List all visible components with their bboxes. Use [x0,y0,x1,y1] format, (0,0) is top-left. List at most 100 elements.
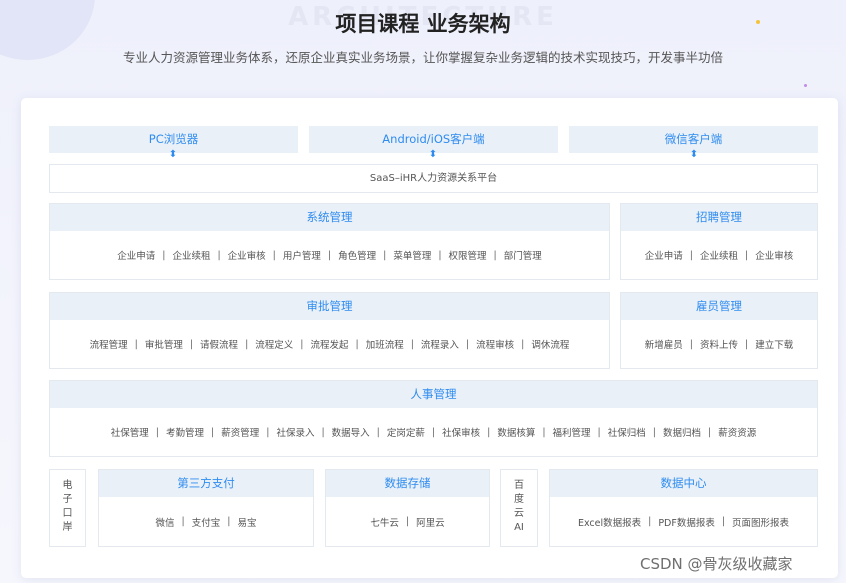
esign-port-box: 电 子 口 岸 [49,469,86,547]
vertical-char: 度 [514,494,524,505]
module-item: 考勤管理 [166,428,205,439]
item-separator: | [211,426,215,438]
module-item: 薪资管理 [221,428,260,439]
item-separator: | [227,516,231,527]
vertical-char: AI [514,522,524,533]
vertical-char: 子 [62,494,73,505]
module-item: 流程管理 [89,340,128,351]
module-item: 社保审核 [442,428,481,439]
module-item: 福利管理 [552,428,591,439]
module-item: 企业审核 [755,251,794,262]
module-item: 社保管理 [110,428,149,439]
item-separator: | [689,249,693,261]
module-item: 流程录入 [420,340,459,351]
module-item: 定岗定薪 [386,428,425,439]
module-item: 菜单管理 [393,251,432,262]
module-title: 系统管理 [50,204,609,231]
item-separator: | [327,249,332,261]
vertical-char: 电 [62,480,73,491]
item-separator: | [355,338,359,350]
module-items: 社保管理 | 考勤管理 | 薪资管理 | 社保录入 | 数据导入 | 定岗定薪 | 社保审核 | 数据核算 |… [50,408,817,456]
vertical-char: 百 [514,480,524,491]
item-separator: | [689,338,693,350]
module-item: 加班流程 [365,340,404,351]
module-data-storage: 数据存储 七牛云 | 阿里云 [325,469,490,547]
item-separator: | [266,426,270,438]
item-separator: | [134,338,138,350]
module-employee-management: 雇员管理 新增雇员 | 资料上传 | 建立下载 [620,292,818,369]
module-item: Excel数据报表 [577,517,642,529]
item-separator: | [162,249,166,261]
item-separator: | [707,426,712,438]
module-system-management: 系统管理 企业申请 | 企业续租 | 企业审核 | 用户管理 | 角色管理 | 菜单管理 | 权限管理 |… [49,203,610,280]
module-item: 请假流程 [200,340,239,351]
module-item: 流程定义 [255,340,294,351]
item-separator: | [272,249,276,261]
module-item: 审批管理 [144,340,183,351]
module-items: 流程管理 | 审批管理 | 请假流程 | 流程定义 | 流程发起 | 加班流程 | 流程录入 | 流程审核 |… [50,320,609,368]
item-separator: | [438,249,442,261]
item-separator: | [597,426,601,438]
module-title: 招聘管理 [621,204,817,231]
module-item: 支付宝 [191,517,221,529]
module-title: 雇员管理 [621,293,817,320]
item-separator: | [189,338,194,350]
module-item: 企业申请 [644,251,683,262]
module-item: 微信 [155,517,175,529]
item-separator: | [652,426,656,438]
module-item: 角色管理 [338,251,377,262]
vertical-char: 岸 [62,522,73,533]
module-item: 阿里云 [416,517,445,529]
item-separator: | [487,426,491,438]
module-item: 企业续租 [172,251,211,262]
module-items: Excel数据报表 | PDF数据报表 | 页面图形报表 [550,497,817,546]
item-separator: | [155,426,159,438]
module-item: 建立下载 [755,340,794,351]
module-items: 企业申请 | 企业续租 | 企业审核 [621,231,817,279]
module-items: 微信 | 支付宝 | 易宝 [99,497,313,546]
module-item: 页面图形报表 [732,517,790,529]
item-separator: | [383,249,387,261]
item-separator: | [405,516,410,527]
module-item: 用户管理 [282,251,321,262]
module-items: 新增雇员 | 资料上传 | 建立下载 [621,320,817,368]
module-items: 企业申请 | 企业续租 | 企业审核 | 用户管理 | 角色管理 | 菜单管理 | 权限管理 | 部门管理 [50,231,609,279]
saas-platform-bar: SaaS–iHR人力资源关系平台 [49,164,818,193]
item-separator: | [542,426,546,438]
baidu-cloud-ai-box: 百 度 云 AI [500,469,538,547]
item-separator: | [410,338,414,350]
decorative-dot [804,84,807,87]
module-item: 薪资资源 [718,428,757,439]
module-item: 数据导入 [331,428,370,439]
page-subtitle: 专业人力资源管理业务体系，还原企业真实业务场景，让你掌握复杂业务逻辑的技术实现技… [122,50,723,65]
module-item: 流程发起 [310,340,349,351]
module-item: 数据核算 [497,428,536,439]
architecture-card: PC浏览器 Android/iOS客户端 微信客户端 ⬍ ⬍ ⬍ SaaS–iH… [21,98,838,578]
module-title: 第三方支付 [99,470,313,497]
module-recruitment-management: 招聘管理 企业申请 | 企业续租 | 企业审核 [620,203,818,280]
item-separator: | [376,426,380,438]
module-title: 人事管理 [50,381,817,408]
vertical-char: 云 [514,508,524,519]
module-item: 部门管理 [503,251,542,262]
module-item: 资料上传 [699,340,738,351]
module-item: 社保归档 [607,428,646,439]
item-separator: | [521,338,525,350]
module-item: 调休流程 [531,340,570,351]
module-title: 数据中心 [550,470,817,497]
item-separator: | [300,338,304,350]
module-item: 流程审核 [476,340,515,351]
module-item: 权限管理 [448,251,487,262]
item-separator: | [431,426,436,438]
module-item: 新增雇员 [644,340,683,351]
item-separator: | [493,249,497,261]
module-item: 企业审核 [227,251,266,262]
item-separator: | [245,338,249,350]
module-title: 审批管理 [50,293,609,320]
module-data-center: 数据中心 Excel数据报表 | PDF数据报表 | 页面图形报表 [549,469,818,547]
module-item: 易宝 [237,517,257,529]
module-item: 企业申请 [117,251,156,262]
module-item: 七牛云 [370,517,399,529]
item-separator: | [745,338,749,350]
vertical-char: 口 [62,508,73,519]
